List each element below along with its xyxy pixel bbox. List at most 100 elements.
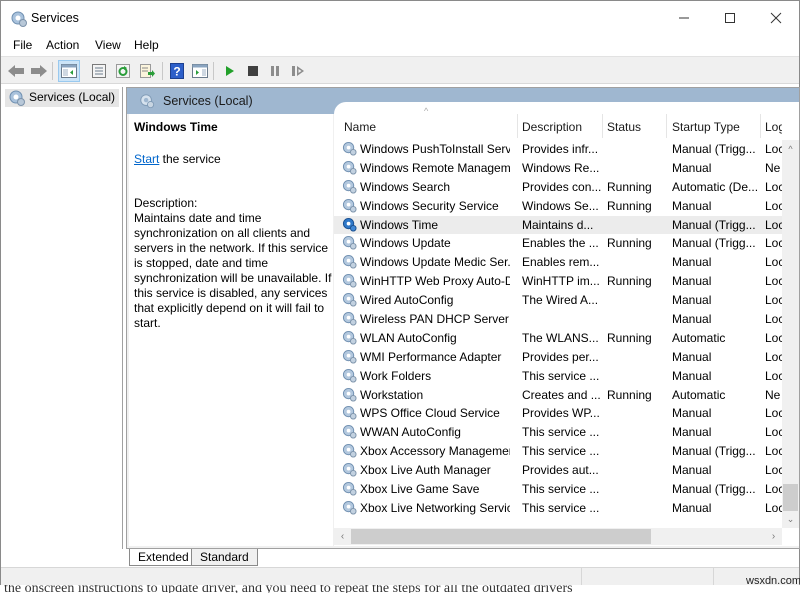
table-row[interactable]: Windows Search Provides con... Running Auto… (334, 178, 782, 197)
service-startup-type-cell: Manual (672, 274, 712, 289)
column-header-name[interactable]: Name (344, 120, 376, 134)
vertical-scroll-thumb[interactable] (783, 484, 798, 511)
service-startup-type-cell: Manual (Trigg... (672, 217, 756, 232)
horizontal-scroll-thumb[interactable] (351, 529, 651, 544)
scroll-left-arrow-icon[interactable]: ‹ (334, 528, 351, 545)
table-row[interactable]: WMI Performance Adapter Provides per... Ma… (334, 348, 782, 367)
tab-standard[interactable]: Standard (191, 549, 258, 566)
service-description-cell: This service ... (522, 425, 600, 440)
scroll-up-arrow-icon[interactable]: ^ (782, 140, 799, 157)
table-row[interactable]: WinHTTP Web Proxy Auto-D... WinHTTP im...… (334, 272, 782, 291)
service-name-cell: WPS Office Cloud Service (360, 406, 500, 421)
column-header-description[interactable]: Description (522, 120, 582, 134)
service-log-on-as-cell: Loc (765, 463, 782, 478)
table-row[interactable]: Windows Update Enables the ... Running Manu… (334, 234, 782, 253)
start-service-button[interactable] (219, 60, 241, 82)
service-gear-icon (342, 273, 357, 291)
minimize-button[interactable] (661, 1, 707, 35)
menu-view[interactable]: View (95, 38, 121, 52)
toolbar: ? (1, 56, 799, 84)
service-name-cell: Windows Update Medic Ser... (360, 255, 510, 270)
menu-action[interactable]: Action (46, 38, 79, 52)
menu-help[interactable]: Help (134, 38, 159, 52)
column-header-startup-type[interactable]: Startup Type (672, 120, 740, 134)
window-title: Services (31, 11, 79, 25)
service-description-cell: The WLANS... (522, 330, 599, 345)
pause-service-button[interactable] (264, 60, 286, 82)
maximize-button[interactable] (707, 1, 753, 35)
table-row[interactable]: Xbox Accessory Managemen... This service … (334, 442, 782, 461)
column-header-status[interactable]: Status (607, 120, 641, 134)
menu-file[interactable]: File (13, 38, 32, 52)
console-tree-button[interactable] (58, 60, 80, 82)
start-service-link[interactable]: Start (134, 152, 159, 166)
service-description-cell: Enables rem... (522, 255, 600, 270)
service-description-cell: Windows Re... (522, 160, 600, 175)
service-log-on-as-cell: Loc (765, 444, 782, 459)
restart-icon (292, 66, 304, 76)
close-button[interactable] (753, 1, 799, 35)
menu-bar: File Action View Help (1, 35, 799, 56)
status-bar-divider (581, 568, 582, 586)
service-log-on-as-cell: Loc (765, 349, 782, 364)
services-window: Services File Action View Help ? Service… (0, 0, 800, 587)
svg-text:?: ? (173, 65, 180, 79)
horizontal-scrollbar[interactable]: ‹ › (334, 528, 782, 545)
table-row[interactable]: Xbox Live Networking Service This service… (334, 499, 782, 518)
column-divider[interactable] (760, 114, 761, 138)
tree-item-services-local[interactable]: Services (Local) (5, 89, 120, 107)
column-divider[interactable] (602, 114, 603, 138)
table-row[interactable]: Xbox Live Game Save This service ... Manua… (334, 480, 782, 499)
service-name-cell: Xbox Accessory Managemen... (360, 444, 510, 459)
table-row[interactable]: Wired AutoConfig The Wired A... Manual Loc (334, 291, 782, 310)
export-list-button[interactable] (136, 60, 158, 82)
refresh-button[interactable] (112, 60, 134, 82)
sort-ascending-icon: ^ (424, 106, 429, 116)
stop-service-button[interactable] (242, 60, 264, 82)
service-gear-icon (342, 311, 357, 329)
service-startup-type-cell: Manual (672, 463, 712, 478)
table-row[interactable]: Workstation Creates and ... Running Automat… (334, 386, 782, 405)
play-icon (226, 66, 234, 76)
table-row[interactable]: Windows PushToInstall Servi... Provides i… (334, 140, 782, 159)
table-row[interactable]: WWAN AutoConfig This service ... Manual Loc (334, 423, 782, 442)
table-row[interactable]: Windows Remote Managem... Windows Re... Ma… (334, 159, 782, 178)
tab-extended[interactable]: Extended (129, 549, 198, 566)
back-button[interactable] (5, 60, 27, 82)
service-log-on-as-cell: Loc (765, 217, 782, 232)
service-description-cell: The Wired A... (522, 293, 599, 308)
service-gear-icon (342, 217, 357, 235)
services-gear-icon (9, 90, 25, 106)
service-startup-type-cell: Manual (672, 160, 712, 175)
title-bar[interactable]: Services (1, 1, 799, 35)
pane-header-title: Services (Local) (163, 94, 253, 108)
service-description-cell: Provides con... (522, 179, 602, 194)
help-button[interactable]: ? (166, 60, 188, 82)
service-description-cell: This service ... (522, 368, 600, 383)
service-log-on-as-cell: Loc (765, 500, 782, 515)
table-row[interactable]: WLAN AutoConfig The WLANS... Running Automa… (334, 329, 782, 348)
table-row[interactable]: Windows Update Medic Ser... Enables rem..… (334, 253, 782, 272)
column-divider[interactable] (517, 114, 518, 138)
service-description-cell: Provides aut... (522, 463, 599, 478)
scroll-down-arrow-icon[interactable]: ⌄ (782, 511, 799, 528)
scroll-right-arrow-icon[interactable]: › (765, 528, 782, 545)
table-row[interactable]: Work Folders This service ... Manual Loc (334, 367, 782, 386)
service-gear-icon (342, 481, 357, 499)
vertical-scrollbar[interactable]: ^ ⌄ (782, 140, 799, 528)
restart-service-button[interactable] (287, 60, 309, 82)
properties-button[interactable] (88, 60, 110, 82)
service-log-on-as-cell: Loc (765, 330, 782, 345)
action-pane-button[interactable] (189, 60, 211, 82)
table-row[interactable]: WPS Office Cloud Service Provides WP... Ma… (334, 404, 782, 423)
table-row[interactable]: Wireless PAN DHCP Server Manual Loc (334, 310, 782, 329)
service-name-cell: Xbox Live Game Save (360, 482, 480, 497)
service-gear-icon (342, 500, 357, 518)
column-divider[interactable] (666, 114, 667, 138)
service-log-on-as-cell: Loc (765, 274, 782, 289)
table-row[interactable]: Windows Security Service Windows Se... Run… (334, 197, 782, 216)
table-row[interactable]: Windows Time Maintains d... Manual (Trigg.… (334, 215, 782, 235)
forward-button[interactable] (28, 60, 50, 82)
column-header-log-on-as[interactable]: Log (765, 120, 782, 134)
table-row[interactable]: Xbox Live Auth Manager Provides aut... Man… (334, 461, 782, 480)
